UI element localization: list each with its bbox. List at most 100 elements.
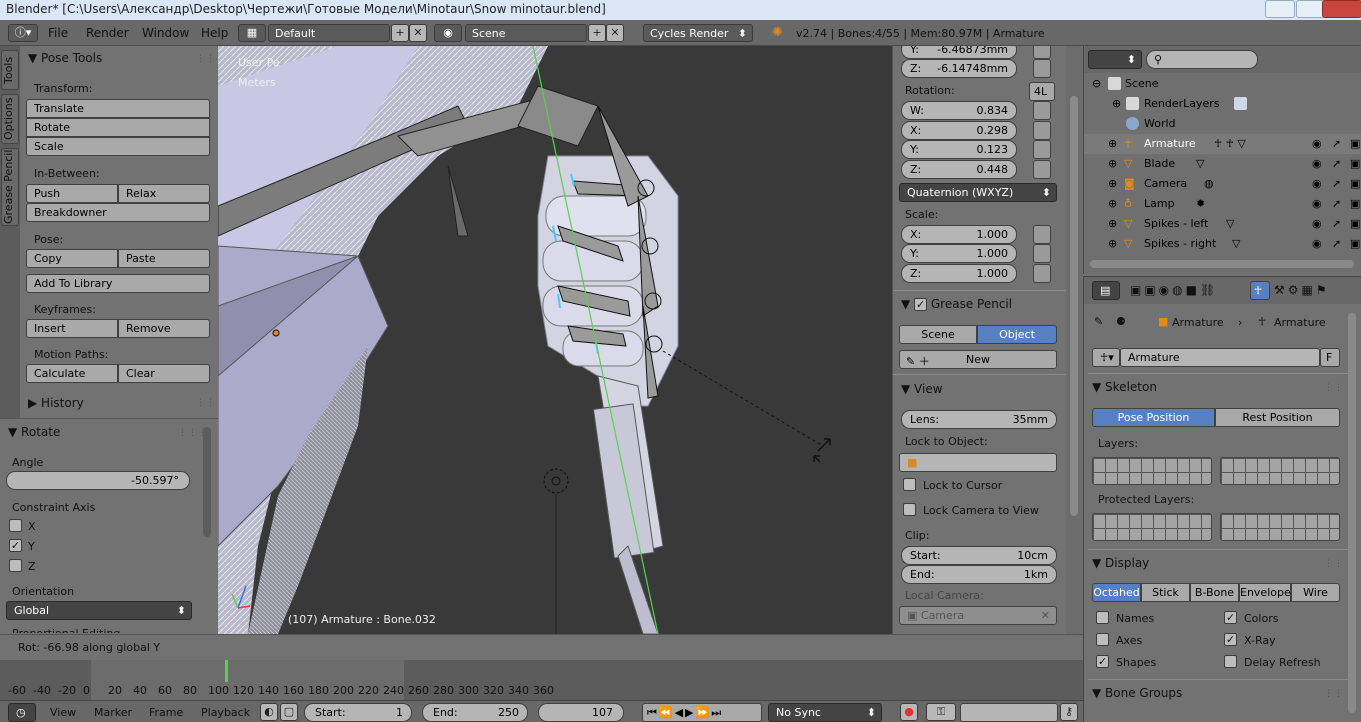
location-z-field[interactable]: Z: -6.14748mm [901,59,1017,78]
expand-icon[interactable]: ⊕ [1108,197,1117,210]
remove-layout-icon[interactable]: ✕ [409,24,427,42]
axis-z-checkbox[interactable] [9,559,22,572]
properties-scrollbar[interactable] [1348,313,1356,713]
clip-start-field[interactable]: Start: 10cm [901,546,1057,565]
paste-pose-button[interactable]: Paste [118,249,210,268]
rotation-4l-toggle[interactable]: 4L [1029,82,1055,101]
bone-layers-grid-right[interactable] [1220,457,1340,485]
selectable-arrow-icon[interactable]: ➚ [1332,137,1341,150]
record-icon[interactable]: ● [900,703,918,721]
display-envelope-toggle[interactable]: Envelope [1239,583,1291,602]
editor-type-timeline-icon[interactable]: ◷ [8,703,36,722]
start-frame-field[interactable]: Start: 1 [304,703,412,722]
display-stick-toggle[interactable]: Stick [1141,583,1190,602]
expand-icon[interactable]: ⊕ [1108,157,1117,170]
lock-camera-checkbox[interactable] [903,503,916,516]
selectable-arrow-icon[interactable]: ➚ [1332,157,1341,170]
grease-pencil-header[interactable]: ▼ ✓ Grease Pencil [893,294,1066,316]
expand-icon[interactable]: ⊕ [1112,97,1121,110]
outliner-row-lamp[interactable]: ⊕ ♁ Lamp ✹ ◉ ➚ ▣ [1084,194,1361,214]
datablock-name-field[interactable]: Armature [1120,348,1320,367]
copy-pose-button[interactable]: Copy [26,249,118,268]
xray-checkbox[interactable]: ✓ [1224,633,1237,646]
selectable-arrow-icon[interactable]: ➚ [1332,177,1341,190]
add-to-library-button[interactable]: Add To Library [26,274,210,293]
names-checkbox[interactable] [1096,611,1109,624]
current-frame-indicator[interactable] [224,660,228,682]
menu-playback[interactable]: Playback [201,706,250,719]
add-scene-icon[interactable]: + [588,24,606,42]
axes-checkbox[interactable] [1096,633,1109,646]
outliner-row-world[interactable]: World [1084,114,1361,134]
outliner-row-armature[interactable]: ⊕ ☥ Armature ☥ ☥ ▽ ◉ ➚ ▣ [1084,134,1361,154]
render-camera-icon[interactable]: ▣ [1350,137,1360,150]
visibility-eye-icon[interactable]: ◉ [1312,177,1322,190]
render-engine-select[interactable]: Cycles Render ⬍ [643,24,753,42]
protected-layers-grid-right[interactable] [1220,513,1340,541]
properties-region-scrollbar[interactable] [1066,46,1082,634]
rotation-mode-select[interactable]: Quaternion (WXYZ) ⬍ [899,183,1057,202]
tab-options[interactable]: Options [1,94,19,144]
outliner-row-blade[interactable]: ⊕ ▽ Blade ▽ ◉ ➚ ▣ [1084,154,1361,174]
visibility-eye-icon[interactable]: ◉ [1312,217,1322,230]
translate-button[interactable]: Translate [26,99,210,118]
rotate-button[interactable]: Rotate [26,118,210,137]
add-layout-icon[interactable]: + [391,24,409,42]
close-button[interactable] [1322,0,1361,18]
lock-icon[interactable] [1033,264,1051,283]
operator-scrollbar[interactable] [203,427,211,537]
gp-object-toggle[interactable]: Object [977,325,1057,344]
push-button[interactable]: Push [26,184,118,203]
minimize-button[interactable] [1265,0,1295,18]
visibility-eye-icon[interactable]: ◉ [1312,237,1322,250]
visibility-eye-icon[interactable]: ◉ [1312,197,1322,210]
menu-view[interactable]: View [50,706,76,719]
clear-icon[interactable]: ✕ [1041,609,1050,622]
calculate-paths-button[interactable]: Calculate [26,364,118,383]
outliner-row-spikes-left[interactable]: ⊕ ▽ Spikes - left ▽ ◉ ➚ ▣ [1084,214,1361,234]
rotation-w-field[interactable]: W: 0.834 [901,101,1017,120]
current-frame-field[interactable]: 107 [538,703,624,722]
pose-tools-header[interactable]: ▼ Pose Tools [20,48,218,70]
screen-layout-field[interactable]: Default [268,24,390,42]
render-camera-icon[interactable]: ▣ [1350,157,1360,170]
sync-mode-select[interactable]: No Sync ⬍ [768,703,882,722]
render-camera-icon[interactable]: ▣ [1350,197,1360,210]
display-bbone-toggle[interactable]: B-Bone [1190,583,1239,602]
expand-icon[interactable]: ⊖ [1092,77,1101,90]
outliner-row-camera[interactable]: ⊕ ◙ Camera ◍ ◉ ➚ ▣ [1084,174,1361,194]
gp-scene-toggle[interactable]: Scene [899,325,977,344]
expand-icon[interactable]: ⊕ [1108,177,1117,190]
lock-icon[interactable] [1033,244,1051,263]
view-panel-header[interactable]: ▼ View [893,379,1066,401]
expand-icon[interactable]: ⊕ [1108,237,1117,250]
grease-pencil-checkbox[interactable]: ✓ [914,298,928,311]
rotation-z-field[interactable]: Z: 0.448 [901,160,1017,179]
shapes-checkbox[interactable]: ✓ [1096,655,1109,668]
delay-refresh-checkbox[interactable] [1224,655,1237,668]
outliner-row-renderlayers[interactable]: ⊕ RenderLayers [1084,94,1361,114]
scale-x-field[interactable]: X: 1.000 [901,225,1017,244]
axis-x-checkbox[interactable] [9,519,22,532]
lock-icon[interactable] [1033,101,1051,120]
pose-position-toggle[interactable]: Pose Position [1092,408,1215,427]
datablock-browse-icon[interactable]: ☥▾ [1092,348,1120,367]
menu-file[interactable]: File [48,26,68,40]
rest-position-toggle[interactable]: Rest Position [1215,408,1340,427]
insert-keyframe-icon[interactable]: ⚷ [1060,703,1078,721]
insert-keyframe-button[interactable]: Insert [26,319,118,338]
lock-to-cursor-checkbox[interactable] [903,478,916,491]
breakdowner-button[interactable]: Breakdowner [26,203,210,222]
lock-object-field[interactable]: ■ [899,453,1057,472]
3d-viewport[interactable]: User Pe Meters (107) Armature : Bone.032 [218,46,892,634]
context-tabs-icons-right[interactable]: ⚒⚙▦⚑ [1274,283,1330,297]
active-keying-set-field[interactable] [960,703,1058,722]
bone-layers-grid-left[interactable] [1092,457,1212,485]
lock-range-icon[interactable]: ▢ [280,703,298,721]
skeleton-header[interactable]: ▼ Skeleton [1084,377,1361,399]
outliner-row-spikes-right[interactable]: ⊕ ▽ Spikes - right ▽ ◉ ➚ ▣ [1084,234,1361,254]
menu-frame[interactable]: Frame [149,706,183,719]
display-octahedral-toggle[interactable]: Octahed [1092,583,1141,602]
bone-groups-header[interactable]: ▼ Bone Groups [1084,683,1361,705]
angle-field[interactable]: -50.597° [6,471,190,490]
